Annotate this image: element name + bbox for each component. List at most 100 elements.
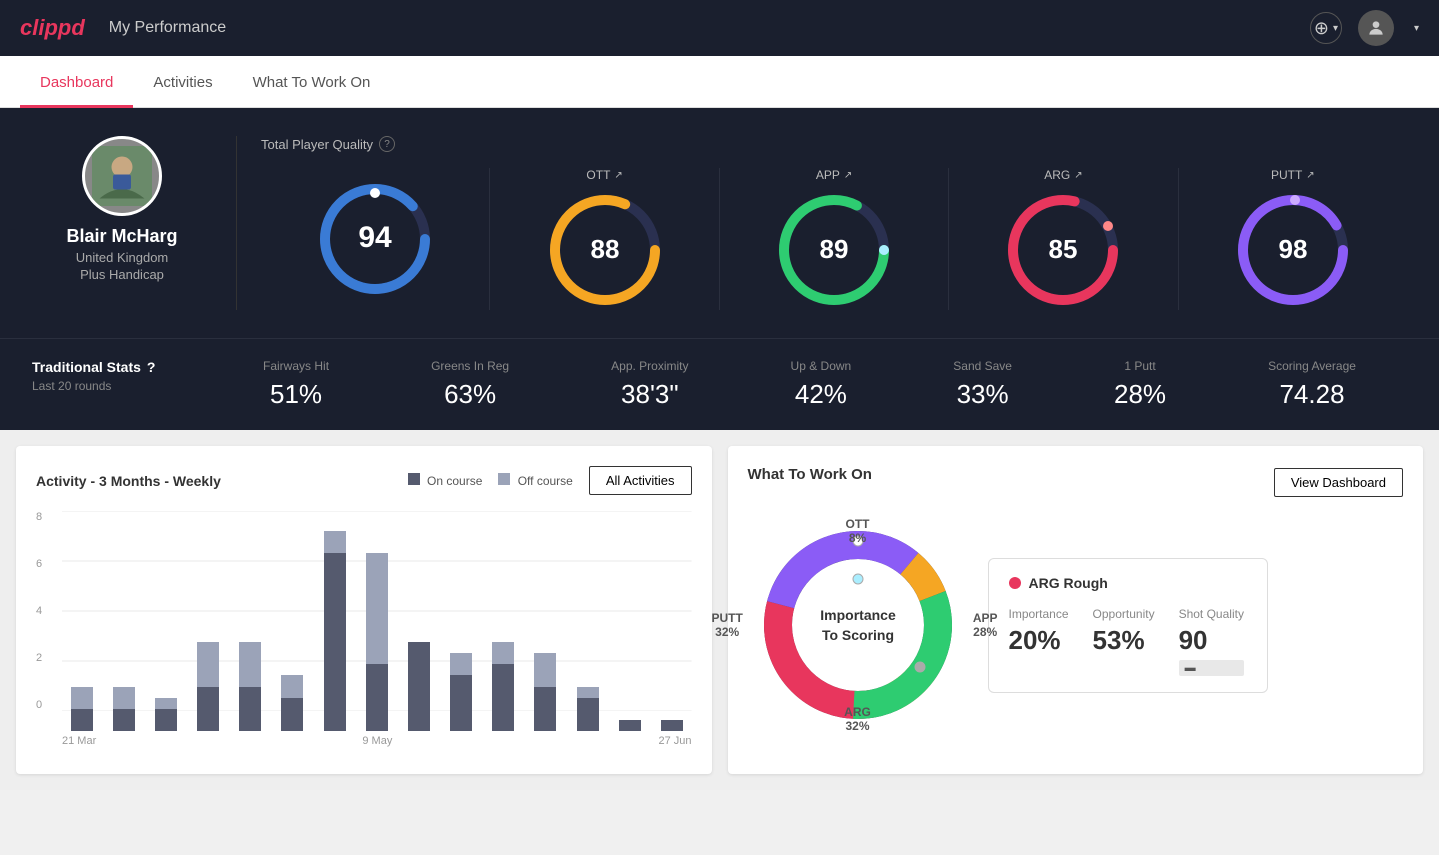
putt-arrow-icon: ↗ — [1306, 170, 1314, 181]
bar-group-6 — [315, 511, 354, 731]
tab-dashboard[interactable]: Dashboard — [20, 56, 133, 108]
stat-fairways-hit-label: Fairways Hit — [263, 359, 329, 373]
bar-group-1 — [104, 511, 143, 731]
stat-app-proximity-value: 38'3" — [621, 379, 679, 410]
metric-shot-quality-badge: ▬ — [1179, 660, 1244, 676]
y-label-2: 2 — [36, 652, 56, 664]
metric-importance-label: Importance — [1009, 607, 1069, 621]
info-card-metrics: Importance 20% Opportunity 53% Shot Qual… — [1009, 607, 1247, 676]
stats-bar-label: Traditional Stats ? Last 20 rounds — [32, 359, 212, 393]
bars-area — [62, 511, 692, 731]
info-card-title-text: ARG Rough — [1029, 575, 1108, 591]
gauge-putt-value: 98 — [1278, 234, 1307, 264]
stat-up-and-down-value: 42% — [795, 379, 847, 410]
add-chevron: ▾ — [1333, 23, 1338, 34]
header: clippd My Performance ⊕ ▾ ▾ — [0, 0, 1439, 56]
gauge-ott-value: 88 — [590, 234, 619, 264]
gauge-total: 94 — [261, 179, 489, 299]
gauges: 94 OTT ↗ 88 — [261, 168, 1407, 310]
stat-sand-save-label: Sand Save — [953, 359, 1012, 373]
ott-arrow-icon: ↗ — [614, 170, 622, 181]
gauge-arg: ARG ↗ 85 — [948, 168, 1177, 310]
player-info: Blair McHarg United Kingdom Plus Handica… — [32, 136, 212, 282]
app-arrow-icon: ↗ — [844, 170, 852, 181]
stats-bar: Traditional Stats ? Last 20 rounds Fairw… — [0, 338, 1439, 430]
bar-on-1 — [113, 709, 135, 731]
what-to-work-on-panel: What To Work On View Dashboard — [728, 446, 1424, 774]
stat-fairways-hit-value: 51% — [270, 379, 322, 410]
gauge-total-value: 94 — [359, 221, 393, 254]
x-label-mar: 21 Mar — [62, 735, 96, 747]
stat-app-proximity: App. Proximity 38'3" — [611, 359, 688, 410]
chart-legend: On course Off course — [408, 473, 573, 488]
bar-group-0 — [62, 511, 101, 731]
chart-header: Activity - 3 Months - Weekly On course O… — [36, 466, 692, 495]
nav-tabs: Dashboard Activities What To Work On — [0, 56, 1439, 108]
bar-on-12 — [577, 698, 599, 731]
stat-1-putt: 1 Putt 28% — [1114, 359, 1166, 410]
stat-sand-save: Sand Save 33% — [953, 359, 1012, 410]
bars-rendered — [62, 511, 692, 731]
user-chevron: ▾ — [1414, 23, 1419, 34]
stat-fairways-hit: Fairways Hit 51% — [263, 359, 329, 410]
header-left: clippd My Performance — [20, 15, 226, 41]
gauge-putt-svg: 98 — [1233, 190, 1353, 310]
bar-off-11 — [534, 653, 556, 686]
stat-app-proximity-label: App. Proximity — [611, 359, 688, 373]
wtwo-header: What To Work On View Dashboard — [748, 466, 1404, 499]
bar-off-9 — [450, 653, 472, 675]
gauge-app-label: APP ↗ — [816, 168, 852, 182]
donut-svg: Importance To Scoring — [748, 515, 968, 735]
bar-group-14 — [652, 511, 691, 731]
gauge-app-svg: 89 — [774, 190, 894, 310]
stat-sand-save-value: 33% — [957, 379, 1009, 410]
add-button[interactable]: ⊕ ▾ — [1310, 12, 1342, 44]
metric-shot-quality-label: Shot Quality — [1179, 607, 1244, 621]
stat-greens-in-reg-value: 63% — [444, 379, 496, 410]
bar-group-12 — [568, 511, 607, 731]
app-donut-label: APP 28% — [973, 611, 998, 639]
gauge-arg-value: 85 — [1049, 234, 1078, 264]
bar-group-3 — [189, 511, 228, 731]
tab-activities[interactable]: Activities — [133, 56, 232, 108]
legend-on-course: On course — [408, 473, 483, 488]
user-avatar[interactable] — [1358, 10, 1394, 46]
activity-chart-panel: Activity - 3 Months - Weekly On course O… — [16, 446, 712, 774]
on-course-dot — [408, 473, 420, 485]
player-name: Blair McHarg — [66, 226, 177, 247]
bar-group-13 — [610, 511, 649, 731]
view-dashboard-button[interactable]: View Dashboard — [1274, 468, 1403, 497]
arg-donut-label: ARG 32% — [844, 705, 871, 733]
player-country: United Kingdom — [76, 250, 169, 265]
player-avatar — [82, 136, 162, 216]
metric-importance-value: 20% — [1009, 625, 1069, 656]
all-activities-button[interactable]: All Activities — [589, 466, 692, 495]
header-title: My Performance — [109, 19, 226, 37]
wtwo-title: What To Work On — [748, 466, 872, 483]
bar-group-9 — [442, 511, 481, 731]
stat-scoring-average-value: 74.28 — [1279, 379, 1344, 410]
tab-what-to-work-on[interactable]: What To Work On — [233, 56, 391, 108]
y-label-0: 0 — [36, 699, 56, 711]
bar-on-6 — [324, 553, 346, 731]
metric-opportunity: Opportunity 53% — [1093, 607, 1155, 676]
stat-1-putt-label: 1 Putt — [1124, 359, 1155, 373]
ott-donut-label: OTT 8% — [846, 517, 870, 545]
bottom-panels: Activity - 3 Months - Weekly On course O… — [0, 430, 1439, 790]
header-right: ⊕ ▾ ▾ — [1310, 10, 1419, 46]
bar-group-4 — [231, 511, 270, 731]
player-handicap: Plus Handicap — [80, 267, 164, 282]
bar-group-10 — [484, 511, 523, 731]
y-axis: 8 6 4 2 0 — [36, 511, 56, 711]
chart-title: Activity - 3 Months - Weekly — [36, 473, 221, 489]
wtwo-content: Importance To Scoring OTT 8% APP 28% ARG… — [748, 515, 1404, 735]
traditional-stats-help-icon[interactable]: ? — [147, 359, 156, 375]
legend-off-course: Off course — [498, 473, 572, 488]
gauge-putt-label: PUTT ↗ — [1271, 168, 1315, 182]
gauge-app: APP ↗ 89 — [719, 168, 948, 310]
gauge-app-value: 89 — [820, 234, 849, 264]
bar-group-11 — [526, 511, 565, 731]
logo[interactable]: clippd — [20, 15, 85, 41]
bar-on-10 — [492, 664, 514, 731]
quality-help-icon[interactable]: ? — [379, 136, 395, 152]
